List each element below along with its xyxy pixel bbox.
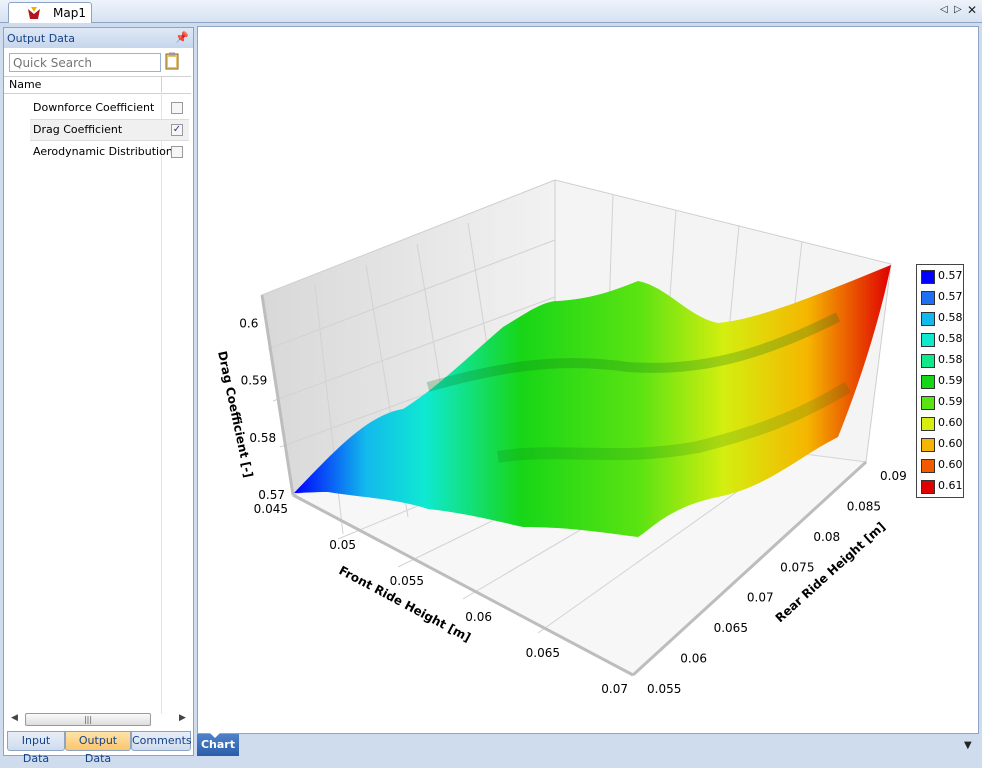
legend-item: 0.58 xyxy=(921,351,963,369)
y-tick-label: 0.09 xyxy=(880,469,907,483)
legend-swatch xyxy=(921,438,935,452)
x-tick-label: 0.055 xyxy=(390,574,424,588)
legend-item: 0.59 xyxy=(921,393,963,411)
list-item-aerodynamic-distribution[interactable]: Aerodynamic Distribution xyxy=(30,142,189,162)
legend-label: 0.60 xyxy=(938,416,963,429)
list-item-label: Aerodynamic Distribution xyxy=(33,145,173,158)
legend-item: 0.60 xyxy=(921,456,963,474)
checkbox[interactable] xyxy=(171,146,183,158)
y-tick-label: 0.085 xyxy=(847,499,881,513)
legend-swatch xyxy=(921,312,935,326)
legend-item: 0.60 xyxy=(921,435,963,453)
horizontal-scrollbar[interactable]: ◀ ||| ▶ xyxy=(9,712,189,727)
legend-item: 0.61 xyxy=(921,477,963,495)
legend-label: 0.61 xyxy=(938,479,963,492)
legend-swatch xyxy=(921,270,935,284)
z-tick-label: 0.57 xyxy=(258,488,285,502)
legend-swatch xyxy=(921,291,935,305)
x-tick-label: 0.045 xyxy=(254,502,288,516)
z-axis-title: Drag Coefficient [-] xyxy=(215,350,256,479)
x-tick-label: 0.07 xyxy=(601,682,628,696)
x-tick-label: 0.065 xyxy=(526,646,560,660)
column-header-name[interactable]: Name xyxy=(9,78,41,91)
panel-header: Output Data 📌 xyxy=(4,28,193,48)
quick-search-input[interactable] xyxy=(9,53,161,72)
y-tick-label: 0.07 xyxy=(747,591,774,605)
legend-item: 0.60 xyxy=(921,414,963,432)
tab-next-icon[interactable]: ▷ xyxy=(954,4,962,15)
legend-swatch xyxy=(921,375,935,389)
list-item-label: Drag Coefficient xyxy=(33,123,123,136)
output-data-panel: Output Data 📌 Name Downforce Coefficient… xyxy=(3,27,194,756)
tab-notch xyxy=(210,733,220,738)
surface-chart[interactable]: 0.57 0.58 0.59 0.6 0.045 0.05 0.055 0.06 0.065 0… xyxy=(198,27,978,733)
scroll-left-icon[interactable]: ◀ xyxy=(11,713,18,723)
clipboard-icon[interactable] xyxy=(165,52,179,70)
legend-swatch xyxy=(921,354,935,368)
legend-item: 0.57 xyxy=(921,288,963,306)
color-legend: 0.57 0.57 0.58 0.58 0.58 0.59 0.59 0.60 0.60 0.60… xyxy=(916,264,964,498)
column-header-row: Name xyxy=(4,76,191,94)
dropdown-icon[interactable]: ▼ xyxy=(964,740,972,751)
y-tick-label: 0.075 xyxy=(780,560,814,574)
chart-window: 0.57 0.58 0.59 0.6 0.045 0.05 0.055 0.06 0.065 0… xyxy=(197,26,979,734)
y-tick-label: 0.06 xyxy=(680,652,707,666)
pin-icon[interactable]: 📌 xyxy=(175,31,189,44)
legend-swatch xyxy=(921,459,935,473)
list-item-label: Downforce Coefficient xyxy=(33,101,155,114)
checkbox-checked[interactable]: ✓ xyxy=(171,124,183,136)
column-separator xyxy=(161,77,162,93)
tab-comments[interactable]: Comments xyxy=(131,731,192,751)
tab-output-data[interactable]: Output Data xyxy=(65,731,131,765)
legend-label: 0.60 xyxy=(938,437,963,450)
scroll-right-icon[interactable]: ▶ xyxy=(179,713,186,723)
panel-title: Output Data xyxy=(7,32,75,45)
legend-label: 0.60 xyxy=(938,458,963,471)
document-tab-strip: Map1 ◁ ▷ ✕ xyxy=(0,0,982,23)
legend-label: 0.59 xyxy=(938,374,963,387)
legend-label: 0.58 xyxy=(938,311,963,324)
legend-label: 0.57 xyxy=(938,290,963,303)
legend-item: 0.59 xyxy=(921,372,963,390)
tab-input-data[interactable]: Input Data xyxy=(7,731,65,765)
legend-label: 0.59 xyxy=(938,395,963,408)
z-tick-label: 0.58 xyxy=(249,431,276,445)
list-item-drag-coefficient[interactable]: Drag Coefficient ✓ xyxy=(30,119,189,141)
legend-swatch xyxy=(921,333,935,347)
y-tick-label: 0.055 xyxy=(647,682,681,696)
legend-label: 0.58 xyxy=(938,332,963,345)
grid-line xyxy=(161,92,162,714)
legend-swatch xyxy=(921,480,935,494)
doc-tab-label: Map1 xyxy=(53,6,86,20)
map-icon xyxy=(28,7,40,19)
doc-tab-map1[interactable]: Map1 xyxy=(8,2,92,23)
legend-label: 0.57 xyxy=(938,269,963,282)
y-tick-label: 0.08 xyxy=(813,530,840,544)
y-tick-label: 0.065 xyxy=(714,621,748,635)
checkbox[interactable] xyxy=(171,102,183,114)
x-tick-label: 0.06 xyxy=(465,610,492,624)
z-tick-label: 0.6 xyxy=(239,317,258,331)
legend-item: 0.57 xyxy=(921,267,963,285)
legend-item: 0.58 xyxy=(921,309,963,327)
legend-swatch xyxy=(921,417,935,431)
legend-label: 0.58 xyxy=(938,353,963,366)
list-item-downforce-coefficient[interactable]: Downforce Coefficient xyxy=(30,98,189,118)
scroll-thumb[interactable]: ||| xyxy=(25,713,151,726)
legend-item: 0.58 xyxy=(921,330,963,348)
close-icon[interactable]: ✕ xyxy=(967,3,977,17)
x-tick-label: 0.05 xyxy=(329,538,356,552)
legend-swatch xyxy=(921,396,935,410)
tab-prev-icon[interactable]: ◁ xyxy=(940,4,948,15)
z-tick-label: 0.59 xyxy=(241,374,268,388)
